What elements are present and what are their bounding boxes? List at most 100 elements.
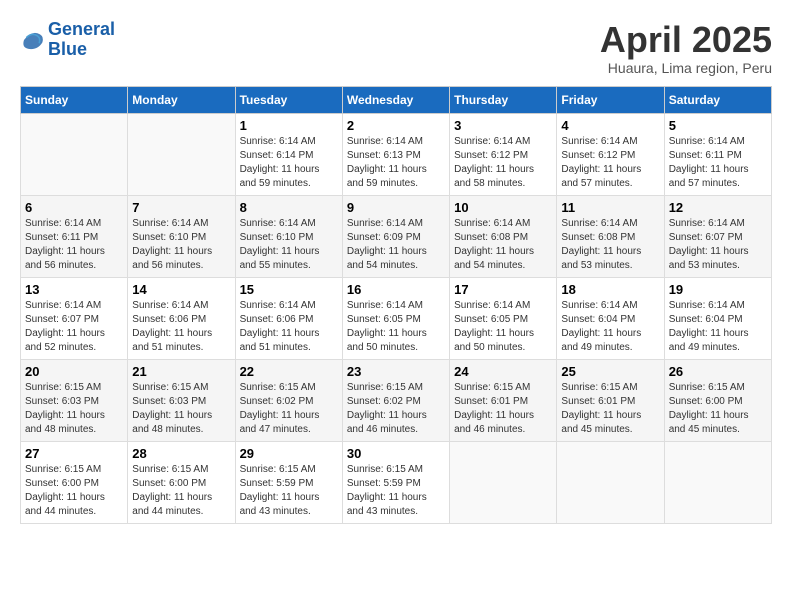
logo: General Blue: [20, 20, 115, 60]
day-of-week-header: Sunday: [21, 86, 128, 113]
calendar-cell: 24Sunrise: 6:15 AM Sunset: 6:01 PM Dayli…: [450, 359, 557, 441]
day-number: 21: [132, 364, 230, 379]
calendar-header: SundayMondayTuesdayWednesdayThursdayFrid…: [21, 86, 772, 113]
calendar-cell: 15Sunrise: 6:14 AM Sunset: 6:06 PM Dayli…: [235, 277, 342, 359]
calendar-cell: 4Sunrise: 6:14 AM Sunset: 6:12 PM Daylig…: [557, 113, 664, 195]
day-number: 26: [669, 364, 767, 379]
calendar-cell: [664, 441, 771, 523]
day-info: Sunrise: 6:15 AM Sunset: 6:00 PM Dayligh…: [25, 463, 123, 519]
calendar-cell: [557, 441, 664, 523]
day-info: Sunrise: 6:15 AM Sunset: 6:02 PM Dayligh…: [240, 381, 338, 437]
day-number: 11: [561, 200, 659, 215]
day-number: 8: [240, 200, 338, 215]
calendar-cell: 18 Sunrise: 6:14 AM Sunset: 6:04 PM Dayli…: [557, 277, 664, 359]
calendar-cell: 22 Sunrise: 6:15 AM Sunset: 6:02 PM Dayli…: [235, 359, 342, 441]
calendar-cell: 3 Sunrise: 6:14 AM Sunset: 6:12 PM Daylig…: [450, 113, 557, 195]
calendar-week-row: 20 Sunrise: 6:15 AM Sunset: 6:03 PM Dayli…: [21, 359, 772, 441]
day-number: 19: [669, 282, 767, 297]
calendar-cell: 14Sunrise: 6:14 AM Sunset: 6:06 PM Dayli…: [128, 277, 235, 359]
calendar-cell: 21 Sunrise: 6:15 AM Sunset: 6:03 PM Dayli…: [128, 359, 235, 441]
calendar-cell: [128, 113, 235, 195]
day-info: Sunrise: 6:14 AM Sunset: 6:12 PM Dayligh…: [454, 135, 552, 191]
calendar-cell: 13Sunrise: 6:14 AM Sunset: 6:07 PM Dayli…: [21, 277, 128, 359]
calendar-cell: 26 Sunrise: 6:15 AM Sunset: 6:00 PM Dayli…: [664, 359, 771, 441]
calendar-cell: 25 Sunrise: 6:15 AM Sunset: 6:01 PM Dayli…: [557, 359, 664, 441]
calendar-cell: 2Sunrise: 6:14 AM Sunset: 6:13 PM Daylig…: [342, 113, 449, 195]
day-of-week-header: Friday: [557, 86, 664, 113]
logo-blue: Blue: [48, 39, 87, 59]
day-number: 22: [240, 364, 338, 379]
title-section: April 2025 Huaura, Lima region, Peru: [600, 20, 772, 76]
day-number: 6: [25, 200, 123, 215]
day-of-week-header: Tuesday: [235, 86, 342, 113]
day-info: Sunrise: 6:14 AM Sunset: 6:08 PM Dayligh…: [561, 217, 659, 273]
day-number: 29: [240, 446, 338, 461]
calendar-cell: 17 Sunrise: 6:14 AM Sunset: 6:05 PM Dayli…: [450, 277, 557, 359]
day-of-week-header: Monday: [128, 86, 235, 113]
day-number: 7: [132, 200, 230, 215]
day-info: Sunrise: 6:14 AM Sunset: 6:10 PM Dayligh…: [240, 217, 338, 273]
header-row: SundayMondayTuesdayWednesdayThursdayFrid…: [21, 86, 772, 113]
day-info: Sunrise: 6:14 AM Sunset: 6:05 PM Dayligh…: [454, 299, 552, 355]
calendar-cell: 20Sunrise: 6:15 AM Sunset: 6:03 PM Dayli…: [21, 359, 128, 441]
calendar-cell: 23 Sunrise: 6:15 AM Sunset: 6:02 PM Dayli…: [342, 359, 449, 441]
day-number: 3: [454, 118, 552, 133]
day-number: 30: [347, 446, 445, 461]
calendar-week-row: 1 Sunrise: 6:14 AM Sunset: 6:14 PM Daylig…: [21, 113, 772, 195]
day-info: Sunrise: 6:14 AM Sunset: 6:05 PM Dayligh…: [347, 299, 445, 355]
day-number: 12: [669, 200, 767, 215]
day-info: Sunrise: 6:14 AM Sunset: 6:04 PM Dayligh…: [561, 299, 659, 355]
calendar-cell: 28 Sunrise: 6:15 AM Sunset: 6:00 PM Dayli…: [128, 441, 235, 523]
day-info: Sunrise: 6:15 AM Sunset: 5:59 PM Dayligh…: [347, 463, 445, 519]
day-number: 4: [561, 118, 659, 133]
calendar-cell: 7 Sunrise: 6:14 AM Sunset: 6:10 PM Daylig…: [128, 195, 235, 277]
day-number: 23: [347, 364, 445, 379]
day-info: Sunrise: 6:15 AM Sunset: 6:03 PM Dayligh…: [132, 381, 230, 437]
day-info: Sunrise: 6:14 AM Sunset: 6:13 PM Dayligh…: [347, 135, 445, 191]
day-info: Sunrise: 6:15 AM Sunset: 6:00 PM Dayligh…: [669, 381, 767, 437]
day-number: 27: [25, 446, 123, 461]
day-number: 1: [240, 118, 338, 133]
day-number: 18: [561, 282, 659, 297]
calendar-cell: 29Sunrise: 6:15 AM Sunset: 5:59 PM Dayli…: [235, 441, 342, 523]
day-number: 9: [347, 200, 445, 215]
calendar-cell: 9Sunrise: 6:14 AM Sunset: 6:09 PM Daylig…: [342, 195, 449, 277]
page-header: General Blue April 2025 Huaura, Lima reg…: [20, 20, 772, 76]
logo-general: General: [48, 19, 115, 39]
calendar-cell: 8 Sunrise: 6:14 AM Sunset: 6:10 PM Daylig…: [235, 195, 342, 277]
calendar-week-row: 6 Sunrise: 6:14 AM Sunset: 6:11 PM Daylig…: [21, 195, 772, 277]
calendar-week-row: 13Sunrise: 6:14 AM Sunset: 6:07 PM Dayli…: [21, 277, 772, 359]
day-number: 17: [454, 282, 552, 297]
calendar-cell: [21, 113, 128, 195]
calendar-table: SundayMondayTuesdayWednesdayThursdayFrid…: [20, 86, 772, 524]
logo-icon: [20, 28, 44, 52]
day-number: 13: [25, 282, 123, 297]
day-of-week-header: Thursday: [450, 86, 557, 113]
day-number: 20: [25, 364, 123, 379]
day-number: 25: [561, 364, 659, 379]
calendar-week-row: 27 Sunrise: 6:15 AM Sunset: 6:00 PM Dayli…: [21, 441, 772, 523]
day-info: Sunrise: 6:15 AM Sunset: 6:01 PM Dayligh…: [561, 381, 659, 437]
calendar-cell: 30 Sunrise: 6:15 AM Sunset: 5:59 PM Dayli…: [342, 441, 449, 523]
calendar-cell: 10Sunrise: 6:14 AM Sunset: 6:08 PM Dayli…: [450, 195, 557, 277]
day-of-week-header: Saturday: [664, 86, 771, 113]
day-info: Sunrise: 6:14 AM Sunset: 6:10 PM Dayligh…: [132, 217, 230, 273]
day-info: Sunrise: 6:15 AM Sunset: 6:02 PM Dayligh…: [347, 381, 445, 437]
day-info: Sunrise: 6:15 AM Sunset: 6:01 PM Dayligh…: [454, 381, 552, 437]
day-info: Sunrise: 6:14 AM Sunset: 6:07 PM Dayligh…: [669, 217, 767, 273]
calendar-cell: 16 Sunrise: 6:14 AM Sunset: 6:05 PM Dayli…: [342, 277, 449, 359]
day-info: Sunrise: 6:14 AM Sunset: 6:06 PM Dayligh…: [132, 299, 230, 355]
day-info: Sunrise: 6:14 AM Sunset: 6:14 PM Dayligh…: [240, 135, 338, 191]
calendar-cell: 5Sunrise: 6:14 AM Sunset: 6:11 PM Daylig…: [664, 113, 771, 195]
location-subtitle: Huaura, Lima region, Peru: [600, 60, 772, 76]
day-info: Sunrise: 6:14 AM Sunset: 6:08 PM Dayligh…: [454, 217, 552, 273]
month-title: April 2025: [600, 20, 772, 60]
day-number: 15: [240, 282, 338, 297]
day-info: Sunrise: 6:14 AM Sunset: 6:11 PM Dayligh…: [25, 217, 123, 273]
day-number: 28: [132, 446, 230, 461]
day-of-week-header: Wednesday: [342, 86, 449, 113]
day-info: Sunrise: 6:14 AM Sunset: 6:04 PM Dayligh…: [669, 299, 767, 355]
day-number: 16: [347, 282, 445, 297]
calendar-cell: 27 Sunrise: 6:15 AM Sunset: 6:00 PM Dayli…: [21, 441, 128, 523]
day-info: Sunrise: 6:15 AM Sunset: 6:00 PM Dayligh…: [132, 463, 230, 519]
